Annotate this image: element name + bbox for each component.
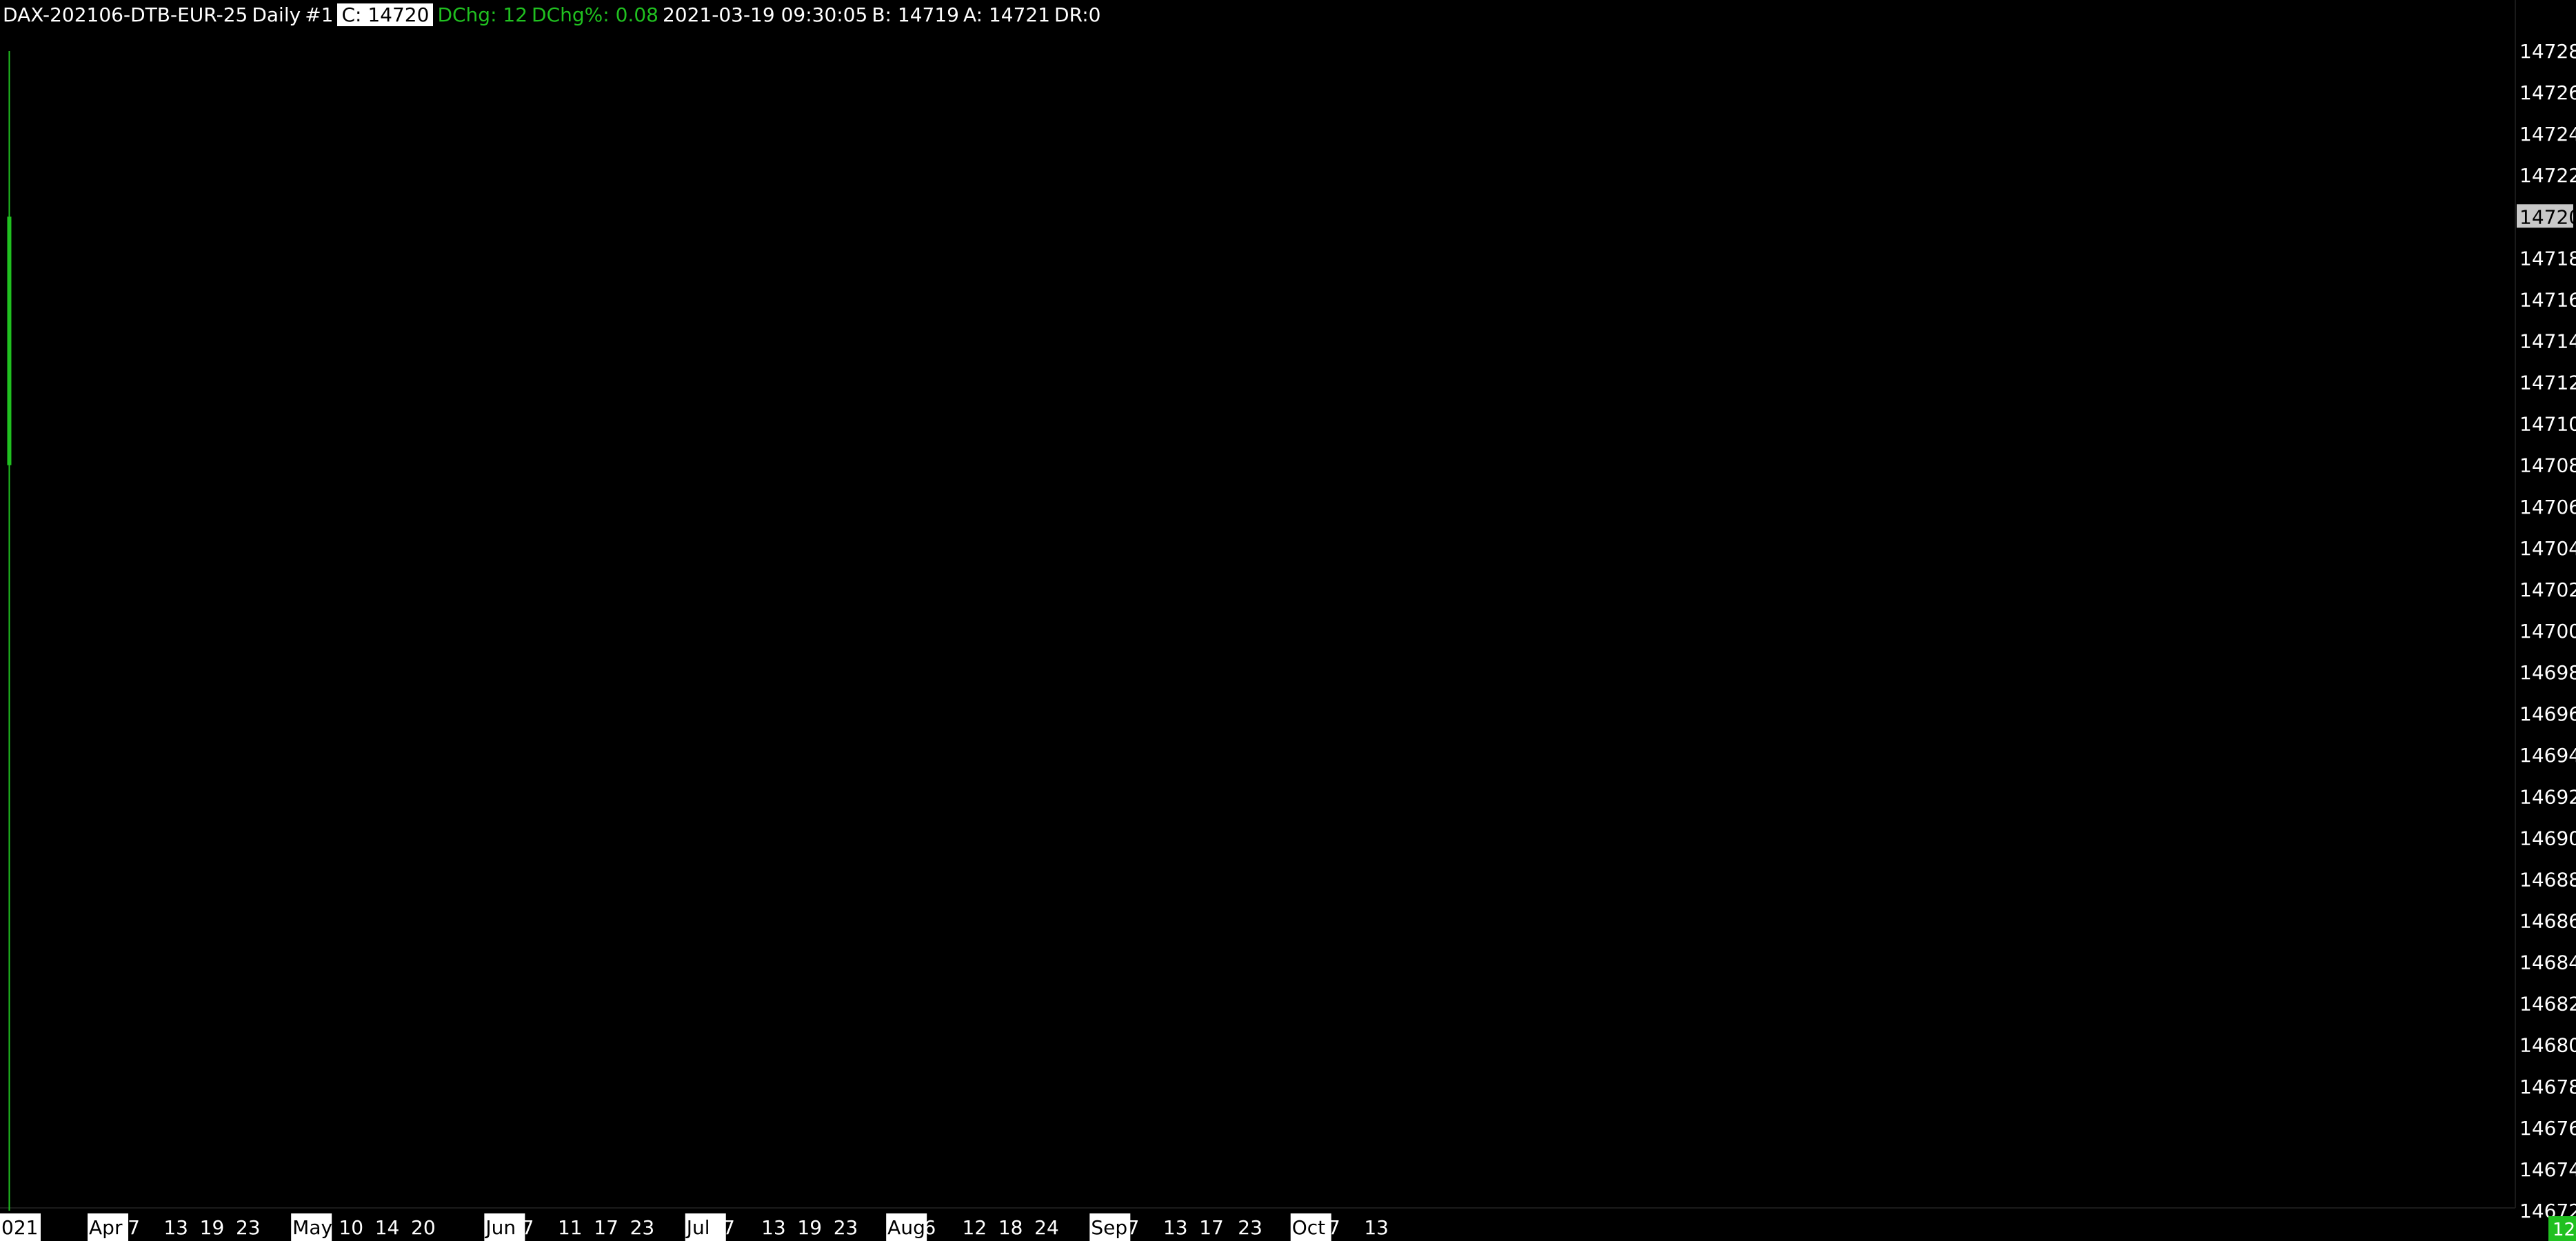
y-tick-label: 14698 — [2519, 661, 2576, 684]
y-tick-label: 14728 — [2519, 40, 2576, 63]
y-tick-label: 14706 — [2519, 496, 2576, 518]
daily-change-percent-label: DChg%: 0.08 — [532, 3, 658, 26]
x-tick-label: 19 — [200, 1216, 225, 1239]
y-tick-label: 14700 — [2519, 620, 2576, 643]
symbol-label: DAX-202106-DTB-EUR-25 — [3, 3, 248, 26]
x-tick-label: 23 — [834, 1216, 858, 1239]
x-tick-label: 13 — [761, 1216, 786, 1239]
y-tick-label: 14712 — [2519, 372, 2576, 394]
y-tick-label: 14704 — [2519, 537, 2576, 560]
y-tick-label: 14676 — [2519, 1117, 2576, 1140]
y-tick-label: 14710 — [2519, 413, 2576, 436]
y-tick-label: 14718 — [2519, 247, 2576, 270]
x-tick-label: Jul — [685, 1216, 710, 1239]
x-tick-label: Aug — [887, 1216, 925, 1239]
x-tick-label: 12 — [963, 1216, 987, 1239]
x-tick-label: 7 — [522, 1216, 534, 1239]
x-tick-label: 17 — [594, 1216, 618, 1239]
x-tick-label: 24 — [1034, 1216, 1059, 1239]
x-tick-label: 6 — [923, 1216, 936, 1239]
x-tick-label: 20 — [411, 1216, 436, 1239]
y-tick-label: 14702 — [2519, 578, 2576, 601]
x-tick-label: 19 — [797, 1216, 822, 1239]
daily-range-label: DR:0 — [1054, 3, 1101, 26]
x-tick-label: 23 — [1238, 1216, 1262, 1239]
x-tick-label: 11 — [558, 1216, 583, 1239]
x-tick-label: May — [292, 1216, 332, 1239]
x-tick-label: 13 — [1163, 1216, 1188, 1239]
x-tick-label: 10 — [339, 1216, 363, 1239]
x-tick-label: 13 — [163, 1216, 188, 1239]
y-tick-label: 14720 — [2519, 205, 2576, 228]
y-tick-label: 14688 — [2519, 868, 2576, 891]
bid-label: B: 14719 — [872, 3, 959, 26]
y-tick-label: 14726 — [2519, 81, 2576, 104]
chart-window[interactable]: 14728 14726 14724 14722 14720 14718 14716 14714… — [0, 0, 2576, 1241]
y-tick-label: 14690 — [2519, 827, 2576, 849]
x-tick-label: 7 — [1127, 1216, 1140, 1239]
y-tick-label: 14722 — [2519, 164, 2576, 187]
daily-change-label: DChg: 12 — [437, 3, 528, 26]
y-tick-label: 14694 — [2519, 744, 2576, 767]
x-tick-label: Oct — [1292, 1216, 1325, 1239]
datetime-label: 2021-03-19 09:30:05 — [662, 3, 868, 26]
chart-header: DAX-202106-DTB-EUR-25 Daily #1 C: 14720 … — [3, 1, 1105, 28]
interval-label: Daily — [252, 3, 301, 26]
x-tick-label: 18 — [998, 1216, 1023, 1239]
x-tick-label: Apr — [89, 1216, 123, 1239]
x-tick-label: 23 — [630, 1216, 655, 1239]
corner-badge-label: 12 — [2553, 1220, 2575, 1240]
x-tick-label: 7 — [128, 1216, 140, 1239]
ask-label: A: 14721 — [963, 3, 1051, 26]
x-tick-label: 14 — [375, 1216, 400, 1239]
y-tick-label: 14686 — [2519, 910, 2576, 933]
y-tick-label: 14678 — [2519, 1076, 2576, 1098]
x-tick-label: 23 — [236, 1216, 261, 1239]
x-tick-label: 13 — [1364, 1216, 1389, 1239]
chart-number-label: #1 — [305, 3, 334, 26]
y-tick-label: 14716 — [2519, 288, 2576, 311]
x-tick-label: 7 — [1328, 1216, 1340, 1239]
x-tick-label: 021 — [1, 1216, 38, 1239]
x-tick-label: 7 — [723, 1216, 735, 1239]
y-tick-label: 14684 — [2519, 951, 2576, 974]
y-tick-label: 14724 — [2519, 123, 2576, 145]
y-tick-label: 14708 — [2519, 454, 2576, 477]
x-tick-label: Sep — [1091, 1216, 1127, 1239]
x-tick-label: 17 — [1199, 1216, 1224, 1239]
y-tick-label: 14714 — [2519, 330, 2576, 353]
y-tick-label: 14674 — [2519, 1158, 2576, 1181]
x-tick-label: Jun — [484, 1216, 516, 1239]
y-tick-label: 14692 — [2519, 785, 2576, 808]
close-price-label: C: 14720 — [337, 3, 434, 26]
y-tick-label: 14682 — [2519, 993, 2576, 1016]
price-chart[interactable]: 1472814726147241472214720147181471614714… — [0, 0, 2576, 1241]
y-tick-label: 14696 — [2519, 703, 2576, 725]
y-tick-label: 14680 — [2519, 1034, 2576, 1057]
bar-body — [7, 216, 12, 465]
